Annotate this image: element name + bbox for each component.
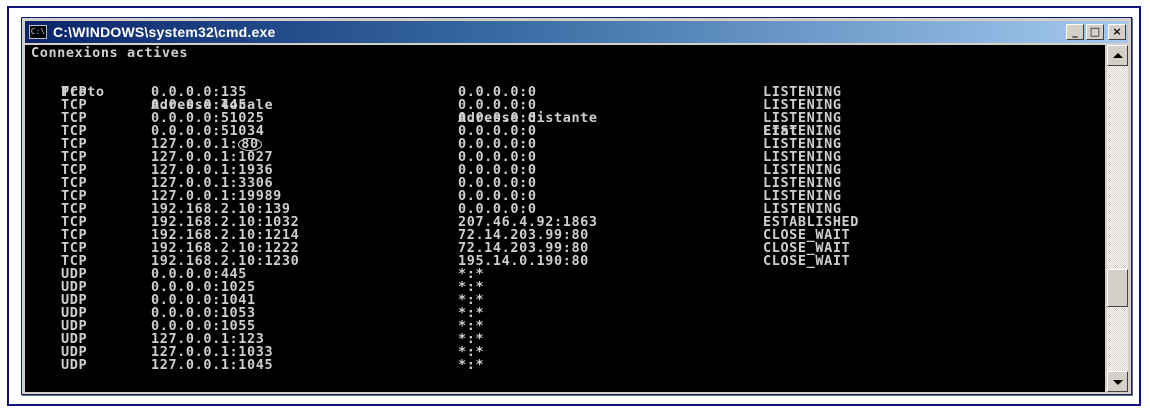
console-heading: Connexions actives — [31, 45, 189, 61]
console-output[interactable]: Connexions actives Proto Adresse locale … — [25, 45, 1105, 392]
cmd-icon[interactable]: C:\ — [29, 25, 47, 39]
maximize-button[interactable]: □ — [1086, 24, 1104, 40]
maximize-icon: □ — [1089, 25, 1101, 38]
row-state: CLOSE_WAIT — [763, 253, 851, 269]
title-bar[interactable]: C:\ C:\WINDOWS\system32\cmd.exe _ □ × — [25, 21, 1128, 43]
window-title: C:\WINDOWS\system32\cmd.exe — [53, 24, 276, 40]
row-proto: UDP — [61, 357, 88, 373]
row-local-address: 127.0.0.1:1045 — [151, 357, 274, 373]
arrow-up-icon — [1113, 53, 1123, 58]
minimize-button[interactable]: _ — [1066, 24, 1084, 40]
window-controls: _ □ × — [1066, 24, 1126, 40]
scroll-up-button[interactable] — [1107, 45, 1128, 66]
minimize-icon: _ — [1072, 25, 1078, 38]
arrow-down-icon — [1113, 380, 1123, 385]
scroll-thumb[interactable] — [1107, 269, 1128, 307]
scroll-down-button[interactable] — [1107, 371, 1128, 392]
row-remote-address: *:* — [458, 357, 485, 373]
vertical-scrollbar[interactable] — [1107, 45, 1128, 392]
close-icon: × — [1112, 25, 1122, 38]
cmd-window: C:\ C:\WINDOWS\system32\cmd.exe _ □ × Co… — [21, 17, 1132, 395]
close-button[interactable]: × — [1108, 24, 1126, 40]
